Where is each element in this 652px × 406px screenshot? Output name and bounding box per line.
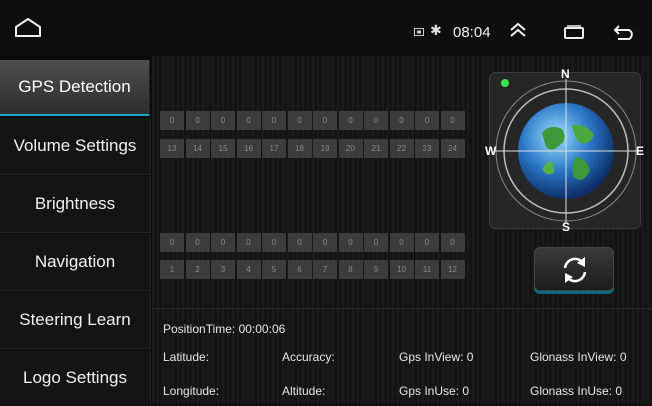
satellite-signal-cell: 0 xyxy=(287,111,312,130)
satellite-signal-cell: 0 xyxy=(364,111,388,130)
satellite-id-cell: 13 xyxy=(160,139,184,158)
satellite-signal-cell: 0 xyxy=(313,233,337,252)
sim-card-icon xyxy=(414,28,424,36)
satellite-id-cell: 16 xyxy=(236,139,261,158)
compass-globe-icon xyxy=(494,79,638,223)
satellite-signal-cell: 0 xyxy=(262,233,286,252)
satellite-signal-cell: 0 xyxy=(236,111,261,130)
satellite-id-cell: 12 xyxy=(440,260,465,279)
satellite-signal-cell: 0 xyxy=(389,111,414,130)
sidebar: GPS Detection Volume Settings Brightness… xyxy=(0,56,152,406)
latitude-label: Latitude: xyxy=(163,350,210,364)
back-icon[interactable] xyxy=(612,24,636,40)
satellite-signal-cell: 0 xyxy=(415,111,439,130)
satellite-id-cell: 4 xyxy=(236,260,261,279)
satellite-id-cell: 6 xyxy=(287,260,312,279)
satellite-id-cell: 17 xyxy=(262,139,286,158)
satellite-signal-cell: 0 xyxy=(236,233,261,252)
sidebar-item-brightness[interactable]: Brightness xyxy=(0,176,151,233)
satellite-id-cell: 5 xyxy=(262,260,286,279)
compass-south-label: S xyxy=(562,220,571,234)
compass-west-label: W xyxy=(485,144,497,158)
satellite-id-cell: 9 xyxy=(364,260,388,279)
satellite-signal-cell: 0 xyxy=(160,233,184,252)
satellite-id-cell: 15 xyxy=(211,139,235,158)
satellite-id-cell: 19 xyxy=(313,139,337,158)
sidebar-item-gps-detection[interactable]: GPS Detection xyxy=(0,60,150,116)
satellite-id-cell: 2 xyxy=(185,260,210,279)
sidebar-item-volume-settings[interactable]: Volume Settings xyxy=(0,118,151,175)
satellite-id-cell: 24 xyxy=(440,139,465,158)
satellite-id-cell: 20 xyxy=(338,139,363,158)
accuracy-label: Accuracy: xyxy=(282,350,335,364)
satellite-signal-cell: 0 xyxy=(262,111,286,130)
longitude-label: Longitude: xyxy=(163,384,220,398)
satellite-id-cell: 14 xyxy=(185,139,210,158)
compass-east-label: E xyxy=(636,144,645,158)
satellite-signal-cell: 0 xyxy=(389,233,414,252)
glonass-inuse: Glonass InUse: 0 xyxy=(530,384,623,398)
clock: 08:04 xyxy=(453,24,491,41)
refresh-button[interactable] xyxy=(534,247,614,291)
divider xyxy=(152,308,652,309)
sidebar-item-logo-settings[interactable]: Logo Settings xyxy=(0,350,151,406)
glonass-inview: Glonass InView: 0 xyxy=(530,350,627,364)
satellite-signal-cell: 0 xyxy=(313,111,337,130)
status-bar: ✱ 08:04 xyxy=(0,0,652,56)
refresh-icon xyxy=(563,257,587,283)
satellite-id-cell: 11 xyxy=(415,260,439,279)
satellite-id-cell: 23 xyxy=(415,139,439,158)
position-time: PositionTime: 00:00:06 xyxy=(163,322,286,336)
sidebar-item-navigation[interactable]: Navigation xyxy=(0,234,151,291)
satellite-signal-cell: 0 xyxy=(287,233,312,252)
satellite-signal-cell: 0 xyxy=(185,233,210,252)
satellite-signal-cell: 0 xyxy=(440,233,465,252)
recents-icon[interactable] xyxy=(563,25,585,39)
satellite-signal-cell: 0 xyxy=(440,111,465,130)
satellite-id-cell: 7 xyxy=(313,260,337,279)
satellite-id-cell: 3 xyxy=(211,260,235,279)
gps-inuse: Gps InUse: 0 xyxy=(399,384,470,398)
satellite-id-cell: 22 xyxy=(389,139,414,158)
altitude-label: Altitude: xyxy=(282,384,326,398)
satellite-signal-cell: 0 xyxy=(338,233,363,252)
home-icon[interactable] xyxy=(14,16,42,38)
satellite-signal-cell: 0 xyxy=(364,233,388,252)
satellite-signal-cell: 0 xyxy=(185,111,210,130)
satellite-id-cell: 18 xyxy=(287,139,312,158)
compass-panel: N S W E xyxy=(485,67,645,234)
satellite-id-cell: 21 xyxy=(364,139,388,158)
satellite-signal-cell: 0 xyxy=(338,111,363,130)
satellite-signal-cell: 0 xyxy=(211,111,235,130)
bluetooth-icon: ✱ xyxy=(430,22,442,38)
satellite-signal-cell: 0 xyxy=(211,233,235,252)
compass-north-label: N xyxy=(561,67,570,81)
satellite-id-cell: 8 xyxy=(338,260,363,279)
sidebar-item-steering-learn[interactable]: Steering Learn xyxy=(0,292,151,349)
chevron-up-icon[interactable] xyxy=(508,22,528,38)
satellite-id-cell: 10 xyxy=(389,260,414,279)
satellite-signal-cell: 0 xyxy=(415,233,439,252)
satellite-signal-cell: 0 xyxy=(160,111,184,130)
gps-inview: Gps InView: 0 xyxy=(399,350,474,364)
satellite-id-cell: 1 xyxy=(160,260,184,279)
